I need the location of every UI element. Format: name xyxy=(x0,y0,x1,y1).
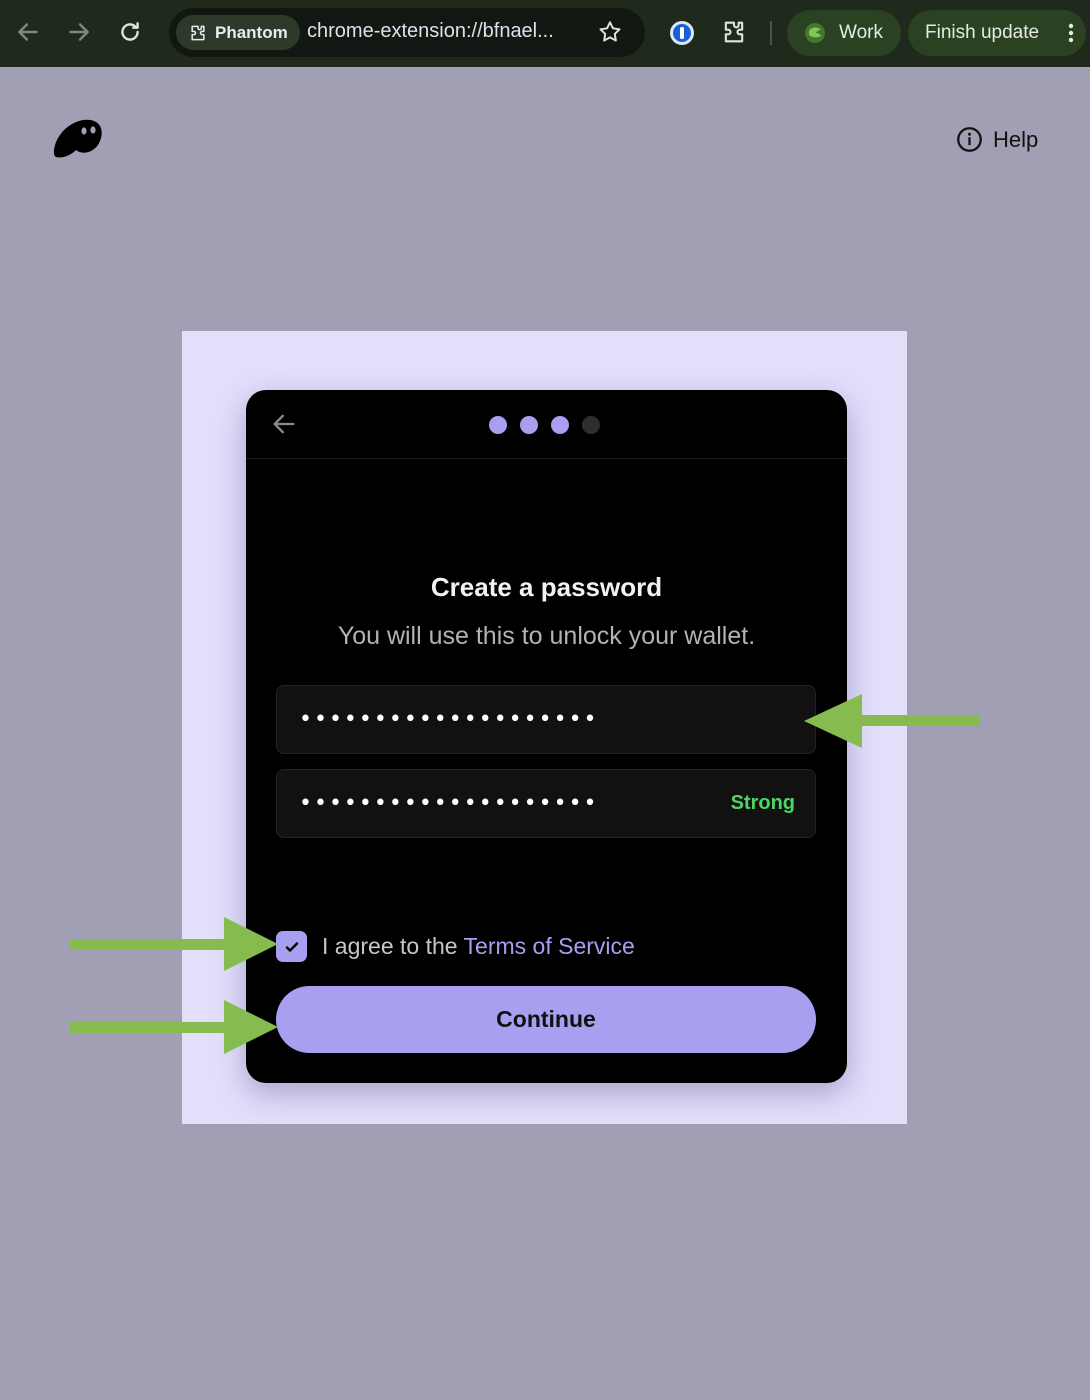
terms-of-service-link[interactable]: Terms of Service xyxy=(464,933,635,959)
finish-update-button[interactable]: Finish update xyxy=(908,10,1086,56)
terms-agreement: I agree to the Terms of Service xyxy=(276,931,635,962)
step-dot-complete xyxy=(520,416,538,434)
help-link[interactable]: Help xyxy=(956,126,1038,153)
confirm-password-input[interactable] xyxy=(299,770,719,837)
card-header xyxy=(246,390,847,459)
toolbar-divider xyxy=(770,21,772,45)
back-button[interactable] xyxy=(10,14,46,50)
annotation-arrow-left-icon xyxy=(804,694,980,748)
browser-toolbar: Phantom chrome-extension://bfnael... Wor… xyxy=(0,0,1090,67)
update-label: Finish update xyxy=(925,22,1040,43)
step-dot-complete xyxy=(551,416,569,434)
agree-label: I agree to the xyxy=(322,933,458,959)
page-title: Create a password xyxy=(430,572,663,602)
puzzle-icon[interactable] xyxy=(720,18,748,46)
password-input[interactable] xyxy=(299,686,719,753)
step-dot-complete xyxy=(489,416,507,434)
profile-avatar-icon xyxy=(805,23,825,43)
puzzle-icon xyxy=(191,25,205,40)
step-dot-pending xyxy=(582,416,600,434)
info-icon xyxy=(957,127,982,152)
arrow-right-icon xyxy=(69,23,89,41)
url-text[interactable]: chrome-extension://bfnael... xyxy=(307,20,554,43)
page-subtitle: You will use this to unlock your wallet. xyxy=(337,622,756,650)
annotation-arrow-right-icon xyxy=(70,1000,278,1054)
checkmark-icon xyxy=(285,941,298,952)
continue-button[interactable]: Continue xyxy=(276,986,816,1053)
profile-label: Work xyxy=(839,22,883,43)
password-field[interactable] xyxy=(276,685,816,754)
site-chip-label: Phantom xyxy=(215,22,288,42)
profile-button[interactable]: Work xyxy=(787,10,901,56)
forward-button[interactable] xyxy=(61,14,97,50)
arrow-left-icon[interactable] xyxy=(270,410,298,438)
reload-icon xyxy=(121,22,139,41)
1password-icon[interactable] xyxy=(668,19,696,47)
star-icon[interactable] xyxy=(597,19,623,45)
site-info-chip[interactable]: Phantom xyxy=(176,15,300,50)
arrow-left-icon xyxy=(18,23,38,41)
address-bar[interactable]: Phantom chrome-extension://bfnael... xyxy=(169,8,645,57)
annotation-arrow-right-icon xyxy=(70,917,278,971)
help-label: Help xyxy=(993,126,1039,152)
confirm-password-field[interactable]: Strong xyxy=(276,769,816,838)
kebab-menu-icon[interactable] xyxy=(1068,23,1074,43)
reload-button[interactable] xyxy=(112,14,148,50)
onboarding-card: Create a password You will use this to u… xyxy=(246,390,847,1083)
phantom-ghost-logo xyxy=(53,119,102,158)
step-indicator xyxy=(489,416,600,434)
password-strength-badge: Strong xyxy=(730,792,795,814)
